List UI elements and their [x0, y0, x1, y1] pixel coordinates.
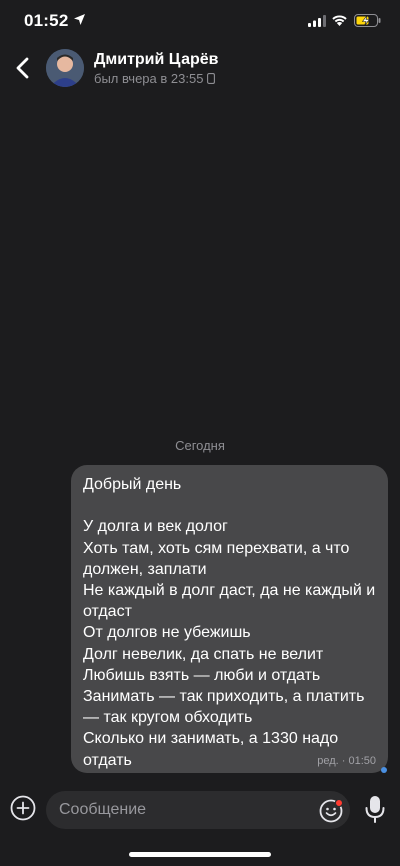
status-bar: 01:52	[0, 0, 400, 44]
back-chevron-icon[interactable]	[10, 54, 38, 82]
message-meta: ред. · 01:50	[317, 755, 376, 767]
unread-indicator	[381, 767, 387, 773]
location-arrow-icon	[74, 14, 85, 25]
battery-charging-icon	[354, 14, 381, 27]
avatar-photo	[46, 49, 84, 87]
phone-icon	[207, 73, 216, 84]
home-indicator[interactable]	[129, 852, 271, 857]
chat-header: Дмитрий Царёв был вчера в 23:55	[0, 44, 400, 94]
status-time: 01:52	[24, 11, 69, 30]
signal-icon	[308, 15, 326, 27]
outgoing-message-bubble[interactable]: Добрый день У долга и век долог Хоть там…	[71, 465, 388, 773]
emoji-badge	[334, 798, 344, 808]
last-seen-status: был вчера в 23:55	[94, 71, 216, 86]
emoji-icon[interactable]	[318, 798, 344, 824]
date-separator: Сегодня	[175, 438, 225, 453]
message-input[interactable]: Сообщение	[46, 791, 350, 829]
last-seen-text: был вчера в 23:55	[94, 71, 204, 86]
contact-name[interactable]: Дмитрий Царёв	[94, 51, 218, 69]
message-input-bar: Сообщение	[0, 787, 400, 831]
message-text: Добрый день У долга и век долог Хоть там…	[83, 476, 376, 769]
message-placeholder: Сообщение	[59, 801, 147, 818]
avatar[interactable]	[46, 49, 84, 87]
wifi-icon	[332, 15, 347, 26]
plus-circle-icon[interactable]	[10, 795, 36, 821]
mic-icon[interactable]	[364, 794, 386, 824]
